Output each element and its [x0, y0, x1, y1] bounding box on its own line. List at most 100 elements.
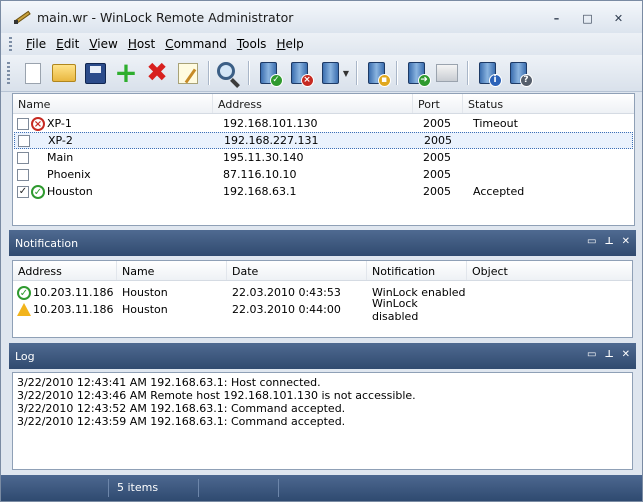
column-header-notification[interactable]: Notification [367, 261, 467, 280]
notification-date: 22.03.2010 0:43:53 [232, 286, 341, 299]
menu-file[interactable]: File [26, 37, 46, 51]
menu-tools[interactable]: Tools [237, 37, 267, 51]
notification-panel-header: Notification ▭ ⊥ ✕ [9, 230, 636, 256]
notification-row[interactable]: ✓ 10.203.11.186 Houston 22.03.2010 0:43:… [13, 284, 632, 301]
server-info-icon: i [478, 62, 502, 87]
toolbar-separator [248, 61, 249, 85]
find-button[interactable] [215, 60, 241, 86]
hosts-list-header: Name Address Port Status [13, 94, 634, 114]
minimize-button[interactable]: – [541, 9, 572, 27]
host-name: Houston [47, 185, 93, 198]
menu-edit[interactable]: Edit [56, 37, 79, 51]
status-cell-empty [199, 479, 279, 497]
dropdown-arrow-icon[interactable]: ▼ [343, 69, 349, 78]
toolbar-grip-icon[interactable] [7, 62, 10, 84]
disconnect-host-button[interactable]: × [286, 60, 314, 87]
add-host-button[interactable]: + [113, 56, 139, 89]
app-window: main.wr - WinLock Remote Administrator –… [0, 0, 643, 502]
status-bar: 5 items [1, 475, 642, 501]
host-checkbox[interactable] [17, 117, 29, 130]
window-title: main.wr - WinLock Remote Administrator [37, 9, 294, 25]
menu-grip-icon[interactable] [9, 37, 12, 51]
host-help-button[interactable]: ? [505, 60, 533, 87]
notepad-pencil-icon [178, 62, 198, 84]
column-header-address[interactable]: Address [213, 94, 413, 113]
refresh-host-button[interactable]: ➜ [403, 60, 431, 87]
magnifier-icon [217, 62, 235, 80]
host-checkbox[interactable] [18, 134, 30, 147]
host-address: 192.168.227.131 [224, 134, 319, 147]
new-button[interactable] [20, 60, 46, 86]
panel-close-icon[interactable]: ✕ [622, 349, 630, 360]
check-circle-icon: ✓ [17, 285, 31, 300]
plus-icon: + [114, 56, 138, 89]
host-port: 2005 [423, 117, 451, 130]
close-button[interactable]: ✕ [603, 9, 634, 27]
host-address: 195.11.30.140 [223, 151, 304, 164]
save-button[interactable] [82, 60, 108, 86]
column-header-status[interactable]: Status [463, 94, 634, 113]
server-arrow-icon: ➜ [407, 62, 431, 87]
delete-host-button[interactable]: ✖ [144, 60, 170, 86]
host-checkbox-checked[interactable]: ✓ [17, 185, 29, 198]
notification-panel-title: Notification [15, 236, 79, 250]
connect-host-button[interactable]: ✓ [255, 60, 283, 87]
host-row[interactable]: Phoenix 87.116.10.10 2005 [13, 166, 634, 183]
column-header-name[interactable]: Name [117, 261, 227, 280]
host-row-selected[interactable]: XP-2 192.168.227.131 2005 [14, 132, 633, 149]
notification-row[interactable]: 10.203.11.186 Houston 22.03.2010 0:44:00… [13, 297, 632, 323]
column-header-date[interactable]: Date [227, 261, 367, 280]
column-header-address[interactable]: Address [13, 261, 117, 280]
hosts-list[interactable]: Name Address Port Status × XP-1 192.168.… [12, 93, 635, 226]
server-pages-icon [321, 62, 339, 84]
server-lock-icon: ▪ [367, 62, 391, 87]
pencil-icon [13, 9, 31, 25]
notification-date: 22.03.2010 0:44:00 [232, 303, 341, 316]
host-name: Main [47, 151, 74, 164]
server-check-icon: ✓ [259, 62, 283, 87]
host-checkbox[interactable] [17, 151, 29, 164]
log-text-area[interactable]: 3/22/2010 12:43:41 AM 192.168.63.1: Host… [12, 372, 633, 470]
host-address: 192.168.101.130 [223, 117, 318, 130]
menu-view[interactable]: View [89, 37, 117, 51]
server-x-icon: × [290, 62, 314, 87]
server-question-icon: ? [509, 62, 533, 87]
status-items-count: 5 items [109, 479, 199, 497]
pin-icon[interactable]: ⊥ [604, 349, 613, 360]
open-button[interactable] [51, 60, 77, 86]
toolbar-separator [396, 61, 397, 85]
panel-restore-icon[interactable]: ▭ [587, 349, 596, 360]
notification-address: 10.203.11.186 [33, 303, 114, 316]
host-actions-button[interactable]: ▼ [317, 60, 349, 86]
host-row[interactable]: ✓ ✓ Houston 192.168.63.1 2005 Accepted [13, 183, 634, 200]
host-address: 192.168.63.1 [223, 185, 297, 198]
menu-command[interactable]: Command [165, 37, 227, 51]
host-name: XP-1 [47, 117, 72, 130]
notification-list[interactable]: Address Name Date Notification Object ✓ … [12, 260, 633, 338]
log-line: 3/22/2010 12:43:52 AM 192.168.63.1: Comm… [17, 402, 346, 415]
pin-icon[interactable]: ⊥ [604, 236, 613, 247]
host-row[interactable]: Main 195.11.30.140 2005 [13, 149, 634, 166]
panel-restore-icon[interactable]: ▭ [587, 236, 596, 247]
host-port: 2005 [424, 134, 452, 147]
notification-text: WinLock disabled [372, 296, 419, 323]
edit-host-button[interactable] [175, 60, 201, 86]
title-bar[interactable]: main.wr - WinLock Remote Administrator –… [1, 1, 642, 33]
log-panel-title: Log [15, 349, 35, 363]
menu-help[interactable]: Help [276, 37, 303, 51]
host-checkbox[interactable] [17, 168, 29, 181]
host-row[interactable]: × XP-1 192.168.101.130 2005 Timeout [13, 115, 634, 132]
host-name: Phoenix [47, 168, 91, 181]
menu-host[interactable]: Host [128, 37, 155, 51]
maximize-button[interactable]: □ [572, 9, 603, 27]
host-info-button[interactable]: i [474, 60, 502, 87]
floppy-disk-icon [84, 62, 106, 84]
column-header-port[interactable]: Port [413, 94, 463, 113]
toolbar-separator [208, 61, 209, 85]
lock-host-button[interactable]: ▪ [363, 60, 391, 87]
column-header-object[interactable]: Object [467, 261, 632, 280]
panel-close-icon[interactable]: ✕ [622, 236, 630, 247]
column-header-name[interactable]: Name [13, 94, 213, 113]
print-button[interactable] [434, 60, 460, 86]
notification-address: 10.203.11.186 [33, 286, 114, 299]
